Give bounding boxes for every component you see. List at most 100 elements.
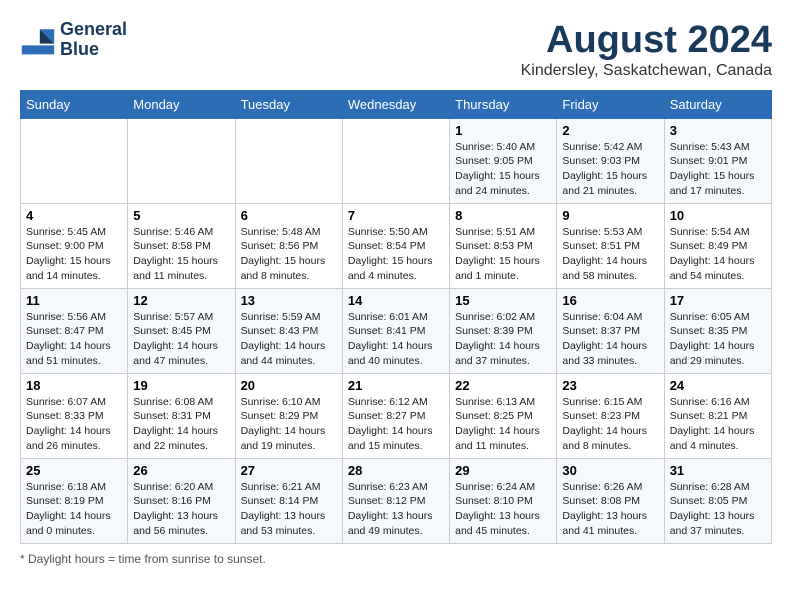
day-info: Sunrise: 5:40 AM Sunset: 9:05 PM Dayligh… [455, 140, 551, 199]
day-info: Sunrise: 5:42 AM Sunset: 9:03 PM Dayligh… [562, 140, 658, 199]
day-info: Sunrise: 5:56 AM Sunset: 8:47 PM Dayligh… [26, 310, 122, 369]
day-number: 14 [348, 293, 444, 308]
logo: General Blue [20, 20, 127, 60]
calendar-cell: 16Sunrise: 6:04 AM Sunset: 8:37 PM Dayli… [557, 288, 664, 373]
day-info: Sunrise: 6:12 AM Sunset: 8:27 PM Dayligh… [348, 395, 444, 454]
day-number: 15 [455, 293, 551, 308]
day-number: 9 [562, 208, 658, 223]
day-number: 17 [670, 293, 766, 308]
calendar-day-header: Tuesday [235, 90, 342, 118]
calendar-day-header: Sunday [21, 90, 128, 118]
calendar-cell: 5 Sunrise: 5:46 AM Sunset: 8:58 PM Daylig… [128, 203, 235, 288]
calendar-cell: 25 Sunrise: 6:18 AM Sunset: 8:19 PM Dayli… [21, 458, 128, 543]
day-info: Sunrise: 6:13 AM Sunset: 8:25 PM Dayligh… [455, 395, 551, 454]
calendar-cell: 28 Sunrise: 6:23 AM Sunset: 8:12 PM Dayli… [342, 458, 449, 543]
page-header: General Blue August 2024 Kindersley, Sas… [20, 20, 772, 80]
day-info: Sunrise: 5:51 AM Sunset: 8:53 PM Dayligh… [455, 225, 551, 284]
calendar-day-header: Friday [557, 90, 664, 118]
day-number: 20 [241, 378, 337, 393]
calendar-day-header: Wednesday [342, 90, 449, 118]
day-info: Sunrise: 6:28 AM Sunset: 8:05 PM Dayligh… [670, 480, 766, 539]
day-info: Sunrise: 6:16 AM Sunset: 8:21 PM Dayligh… [670, 395, 766, 454]
day-number: 23 [562, 378, 658, 393]
day-number: 24 [670, 378, 766, 393]
day-info: Sunrise: 6:20 AM Sunset: 8:16 PM Dayligh… [133, 480, 229, 539]
calendar-cell [128, 118, 235, 203]
day-number: 3 [670, 123, 766, 138]
calendar-week-row: 11 Sunrise: 5:56 AM Sunset: 8:47 PM Dayli… [21, 288, 772, 373]
calendar-cell: 31 Sunrise: 6:28 AM Sunset: 8:05 PM Dayli… [664, 458, 771, 543]
day-info: Sunrise: 6:15 AM Sunset: 8:23 PM Dayligh… [562, 395, 658, 454]
day-info: Sunrise: 5:57 AM Sunset: 8:45 PM Dayligh… [133, 310, 229, 369]
calendar-day-header: Saturday [664, 90, 771, 118]
day-number: 18 [26, 378, 122, 393]
day-info: Sunrise: 5:43 AM Sunset: 9:01 PM Dayligh… [670, 140, 766, 199]
day-number: 12 [133, 293, 229, 308]
day-info: Sunrise: 5:54 AM Sunset: 8:49 PM Dayligh… [670, 225, 766, 284]
month-title: August 2024 [521, 20, 772, 62]
day-info: Sunrise: 5:53 AM Sunset: 8:51 PM Dayligh… [562, 225, 658, 284]
day-number: 11 [26, 293, 122, 308]
calendar-cell: 29Sunrise: 6:24 AM Sunset: 8:10 PM Dayli… [450, 458, 557, 543]
calendar-cell: 22 Sunrise: 6:13 AM Sunset: 8:25 PM Dayli… [450, 373, 557, 458]
day-info: Sunrise: 6:26 AM Sunset: 8:08 PM Dayligh… [562, 480, 658, 539]
day-number: 28 [348, 463, 444, 478]
calendar-cell: 10 Sunrise: 5:54 AM Sunset: 8:49 PM Dayli… [664, 203, 771, 288]
calendar-cell: 30Sunrise: 6:26 AM Sunset: 8:08 PM Dayli… [557, 458, 664, 543]
day-number: 25 [26, 463, 122, 478]
day-number: 7 [348, 208, 444, 223]
calendar-cell: 2 Sunrise: 5:42 AM Sunset: 9:03 PM Daylig… [557, 118, 664, 203]
day-info: Sunrise: 5:48 AM Sunset: 8:56 PM Dayligh… [241, 225, 337, 284]
calendar-cell: 24 Sunrise: 6:16 AM Sunset: 8:21 PM Dayli… [664, 373, 771, 458]
calendar-cell: 21Sunrise: 6:12 AM Sunset: 8:27 PM Dayli… [342, 373, 449, 458]
day-number: 4 [26, 208, 122, 223]
calendar-cell: 7 Sunrise: 5:50 AM Sunset: 8:54 PM Daylig… [342, 203, 449, 288]
calendar-cell [21, 118, 128, 203]
day-info: Sunrise: 5:45 AM Sunset: 9:00 PM Dayligh… [26, 225, 122, 284]
day-number: 2 [562, 123, 658, 138]
calendar-cell: 17 Sunrise: 6:05 AM Sunset: 8:35 PM Dayli… [664, 288, 771, 373]
day-info: Sunrise: 5:46 AM Sunset: 8:58 PM Dayligh… [133, 225, 229, 284]
calendar-cell [342, 118, 449, 203]
calendar-cell: 4 Sunrise: 5:45 AM Sunset: 9:00 PM Daylig… [21, 203, 128, 288]
location-title: Kindersley, Saskatchewan, Canada [521, 62, 772, 80]
logo-text: General Blue [60, 20, 127, 60]
day-info: Sunrise: 6:01 AM Sunset: 8:41 PM Dayligh… [348, 310, 444, 369]
calendar-header-row: SundayMondayTuesdayWednesdayThursdayFrid… [21, 90, 772, 118]
day-number: 29 [455, 463, 551, 478]
day-info: Sunrise: 6:18 AM Sunset: 8:19 PM Dayligh… [26, 480, 122, 539]
day-number: 13 [241, 293, 337, 308]
title-area: August 2024 Kindersley, Saskatchewan, Ca… [521, 20, 772, 80]
day-number: 31 [670, 463, 766, 478]
calendar-cell: 1 Sunrise: 5:40 AM Sunset: 9:05 PM Daylig… [450, 118, 557, 203]
day-info: Sunrise: 6:05 AM Sunset: 8:35 PM Dayligh… [670, 310, 766, 369]
day-info: Sunrise: 6:04 AM Sunset: 8:37 PM Dayligh… [562, 310, 658, 369]
calendar-cell: 11 Sunrise: 5:56 AM Sunset: 8:47 PM Dayli… [21, 288, 128, 373]
calendar-day-header: Monday [128, 90, 235, 118]
calendar-cell: 19 Sunrise: 6:08 AM Sunset: 8:31 PM Dayli… [128, 373, 235, 458]
calendar-cell: 26Sunrise: 6:20 AM Sunset: 8:16 PM Dayli… [128, 458, 235, 543]
calendar-cell: 15Sunrise: 6:02 AM Sunset: 8:39 PM Dayli… [450, 288, 557, 373]
day-info: Sunrise: 5:59 AM Sunset: 8:43 PM Dayligh… [241, 310, 337, 369]
day-number: 27 [241, 463, 337, 478]
day-number: 5 [133, 208, 229, 223]
calendar-cell: 9 Sunrise: 5:53 AM Sunset: 8:51 PM Daylig… [557, 203, 664, 288]
day-info: Sunrise: 6:07 AM Sunset: 8:33 PM Dayligh… [26, 395, 122, 454]
day-number: 22 [455, 378, 551, 393]
calendar-day-header: Thursday [450, 90, 557, 118]
calendar-week-row: 1 Sunrise: 5:40 AM Sunset: 9:05 PM Daylig… [21, 118, 772, 203]
day-info: Sunrise: 6:21 AM Sunset: 8:14 PM Dayligh… [241, 480, 337, 539]
calendar-week-row: 4 Sunrise: 5:45 AM Sunset: 9:00 PM Daylig… [21, 203, 772, 288]
footer-note: * Daylight hours = time from sunrise to … [20, 552, 772, 566]
day-info: Sunrise: 6:23 AM Sunset: 8:12 PM Dayligh… [348, 480, 444, 539]
calendar-table: SundayMondayTuesdayWednesdayThursdayFrid… [20, 90, 772, 544]
calendar-cell: 14 Sunrise: 6:01 AM Sunset: 8:41 PM Dayli… [342, 288, 449, 373]
calendar-cell: 23 Sunrise: 6:15 AM Sunset: 8:23 PM Dayli… [557, 373, 664, 458]
day-number: 6 [241, 208, 337, 223]
day-number: 10 [670, 208, 766, 223]
day-number: 19 [133, 378, 229, 393]
calendar-cell: 8Sunrise: 5:51 AM Sunset: 8:53 PM Daylig… [450, 203, 557, 288]
day-info: Sunrise: 6:08 AM Sunset: 8:31 PM Dayligh… [133, 395, 229, 454]
day-number: 1 [455, 123, 551, 138]
day-info: Sunrise: 5:50 AM Sunset: 8:54 PM Dayligh… [348, 225, 444, 284]
